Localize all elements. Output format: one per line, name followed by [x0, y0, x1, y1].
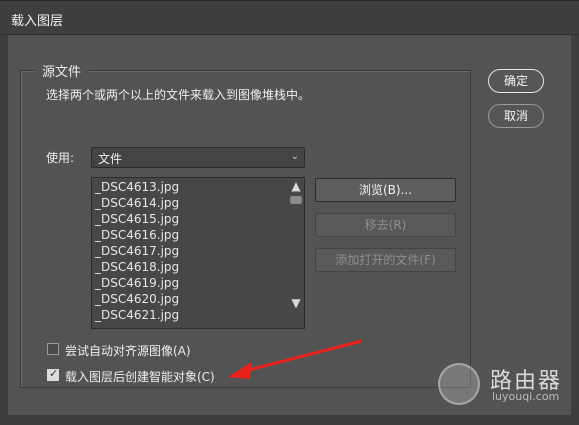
smart-object-checkbox[interactable]	[47, 367, 59, 381]
file-list-item[interactable]: _DSC4614.jpg	[95, 195, 179, 211]
window-border-bottom	[0, 415, 579, 425]
scroll-thumb[interactable]	[290, 196, 302, 204]
file-list-item[interactable]: _DSC4619.jpg	[95, 275, 179, 291]
file-list-item[interactable]: _DSC4613.jpg	[95, 179, 179, 195]
scroll-up-arrow-icon[interactable]: ▲	[290, 179, 302, 193]
use-label: 使用:	[46, 151, 75, 165]
use-select-value: 文件	[98, 152, 123, 166]
smart-object-label: 载入图层后创建智能对象(C)	[65, 370, 215, 384]
file-list-item[interactable]: _DSC4621.jpg	[95, 307, 179, 323]
remove-button[interactable]: 移去(R)	[315, 213, 456, 237]
auto-align-label: 尝试自动对齐源图像(A)	[65, 344, 191, 358]
file-list-items: _DSC4613.jpg _DSC4614.jpg _DSC4615.jpg _DSC…	[95, 179, 179, 323]
chevron-down-icon: ⌄	[290, 151, 299, 162]
source-files-legend: 源文件	[34, 61, 90, 80]
load-layers-dialog: 载入图层 源文件 选择两个或两个以上的文件来载入到图像堆栈中。 使用: 文件 ⌄…	[0, 0, 579, 425]
router-logo-icon	[438, 363, 480, 405]
title-bar[interactable]: 载入图层	[0, 1, 579, 35]
file-list-scrollbar[interactable]: ▲ ▼	[288, 178, 304, 328]
instruction-text: 选择两个或两个以上的文件来载入到图像堆栈中。	[46, 88, 311, 102]
ok-button[interactable]: 确定	[488, 69, 544, 93]
watermark: 路由器 luyouqi.com	[438, 363, 578, 409]
file-list-item[interactable]: _DSC4620.jpg	[95, 291, 179, 307]
browse-button[interactable]: 浏览(B)...	[315, 178, 456, 202]
cancel-button[interactable]: 取消	[488, 104, 544, 128]
watermark-subtitle: luyouqi.com	[492, 390, 560, 403]
scroll-down-arrow-icon[interactable]: ▼	[290, 296, 302, 310]
add-open-files-button[interactable]: 添加打开的文件(F)	[315, 248, 456, 272]
file-list-item[interactable]: _DSC4618.jpg	[95, 259, 179, 275]
auto-align-checkbox[interactable]	[47, 343, 59, 355]
file-list[interactable]: _DSC4613.jpg _DSC4614.jpg _DSC4615.jpg _DSC…	[91, 177, 305, 329]
file-list-item[interactable]: _DSC4616.jpg	[95, 227, 179, 243]
dialog-title: 载入图层	[11, 14, 64, 29]
file-list-item[interactable]: _DSC4615.jpg	[95, 211, 179, 227]
use-select[interactable]: 文件 ⌄	[91, 147, 305, 168]
window-border-left	[0, 35, 8, 425]
file-list-item[interactable]: _DSC4617.jpg	[95, 243, 179, 259]
